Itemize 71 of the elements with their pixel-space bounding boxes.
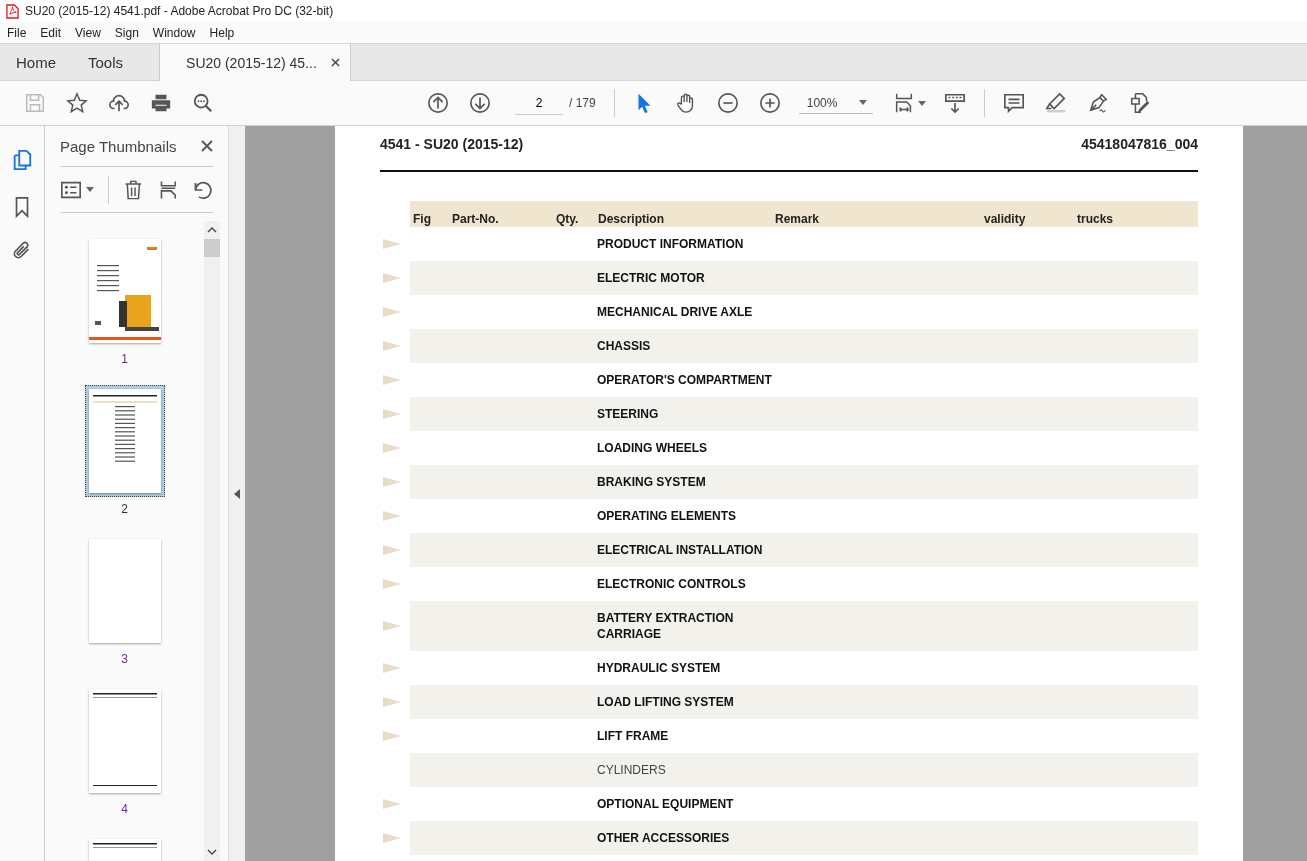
collapse-panel-icon[interactable] <box>234 488 240 499</box>
page-thumbnail[interactable] <box>84 385 165 497</box>
close-tab-icon[interactable] <box>330 58 340 67</box>
zoom-out-icon[interactable] <box>716 92 739 114</box>
menu-item[interactable]: Help <box>202 25 242 40</box>
star-icon[interactable] <box>66 92 88 114</box>
document-header: 4541 - SU20 (2015-12) <box>380 136 524 154</box>
caret-icon[interactable] <box>86 187 94 192</box>
table-cell-text: BRAKING SYSTEM <box>597 474 707 490</box>
menu-item[interactable]: Edit <box>33 25 69 40</box>
menu-item[interactable]: Sign <box>107 25 146 40</box>
scroll-up-icon[interactable] <box>207 227 217 233</box>
window-title: SU20 (2015-12) 4541.pdf - Adobe Acrobat Pro DC (32-bit) <box>25 4 334 18</box>
column-header: Description <box>598 212 665 226</box>
panel-title: Page Thumbnails <box>60 137 177 155</box>
edit-document-icon[interactable] <box>1129 92 1152 114</box>
page-number: 4 <box>121 802 128 816</box>
table-cell-text: CHASSIS <box>597 338 652 354</box>
zoom-dropdown[interactable]: 100% <box>798 92 874 114</box>
pdf-icon <box>6 3 19 19</box>
scroll-mode-icon[interactable] <box>944 92 967 114</box>
scrollbar-thumb[interactable] <box>204 239 220 257</box>
table-cell-text: LOADING WHEELS <box>597 440 708 456</box>
table-cell-text: HYDRAULIC SYSTEM <box>597 660 722 676</box>
fit-page-button[interactable] <box>893 92 927 114</box>
table-cell-text: OPTIONAL EQUIPMENT <box>597 796 735 812</box>
table-cell-text: MECHANICAL DRIVE AXLE <box>597 304 754 320</box>
page-number: 1 <box>121 352 128 366</box>
table-cell-text: PRODUCT INFORMATION <box>597 236 745 252</box>
table-cell-text: STEERING <box>597 406 660 422</box>
caret-icon[interactable] <box>918 100 927 106</box>
caret-icon[interactable] <box>859 100 868 105</box>
table-cell: OPERATOR'S COMPARTMENT <box>597 372 773 388</box>
close-icon[interactable] <box>201 140 213 152</box>
previous-page-icon[interactable] <box>427 92 449 114</box>
table-cell-text: ELECTRONIC CONTROLS <box>597 576 747 592</box>
column-header: Qty. <box>556 212 580 226</box>
table-cell-text: ELECTRICAL INSTALLATION <box>597 542 764 558</box>
cloud-upload-icon[interactable] <box>108 92 130 114</box>
column-header: Fig <box>412 212 432 226</box>
next-page-icon[interactable] <box>469 92 491 114</box>
column-header: trucks <box>1077 212 1115 226</box>
document-number: 45418047816_004 <box>1081 136 1198 154</box>
column-header: Remark <box>775 212 821 226</box>
tab[interactable]: Home <box>0 44 72 80</box>
table-cell-text: ELECTRIC MOTOR <box>597 270 706 286</box>
print-icon[interactable] <box>150 92 172 114</box>
comment-icon[interactable] <box>1003 92 1026 114</box>
page-number: 3 <box>121 652 128 666</box>
tab[interactable]: SU20 (2015-12) 45... <box>159 44 351 81</box>
table-cell-text: LIFT FRAME <box>597 728 670 744</box>
scroll-down-icon[interactable] <box>207 849 217 855</box>
table-cell-text: LOAD LIFTING SYSTEM <box>597 694 735 710</box>
tab[interactable]: Tools <box>72 44 140 80</box>
column-header: validity <box>984 212 1027 226</box>
table-cell-text: CYLINDERS <box>597 762 667 778</box>
column-header: Part-No. <box>452 212 500 226</box>
menu-item[interactable]: Window <box>145 25 203 40</box>
page-number-field[interactable]: 2 <box>515 91 563 115</box>
highlighter-icon[interactable] <box>1045 92 1068 114</box>
menu-item[interactable]: View <box>68 25 108 40</box>
pages-icon[interactable] <box>11 148 33 172</box>
menu-item[interactable]: File <box>0 25 34 40</box>
page-count: / 179 <box>569 96 596 110</box>
page-number: 2 <box>121 502 128 516</box>
pen-icon[interactable] <box>1087 92 1110 114</box>
table-cell-text: OTHER ACCESSORIES <box>597 830 731 846</box>
zoom-search-icon[interactable] <box>192 92 214 114</box>
table-cell-text: OPERATING ELEMENTS <box>597 508 738 524</box>
table-cell-text: BATTERY EXTRACTION CARRIAGE <box>597 610 735 642</box>
zoom-in-icon[interactable] <box>758 92 781 114</box>
